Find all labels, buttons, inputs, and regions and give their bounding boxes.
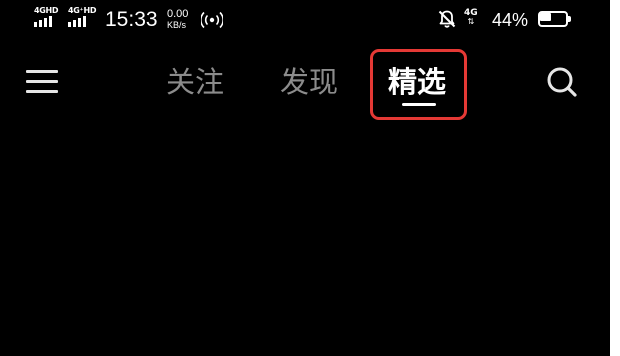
sim1-signal: 4GHD bbox=[34, 6, 59, 27]
battery-percent: 44% bbox=[492, 10, 529, 30]
menu-button[interactable] bbox=[26, 66, 60, 96]
sim2-network-label: 4G⁺HD bbox=[68, 6, 97, 15]
battery-icon bbox=[538, 11, 572, 27]
search-button[interactable] bbox=[544, 64, 580, 100]
bell-off-icon bbox=[438, 10, 456, 28]
tab-discover[interactable]: 发现 bbox=[280, 62, 338, 102]
network-speed: 0.00 KB/s bbox=[167, 8, 189, 31]
network-speed-value: 0.00 bbox=[167, 8, 189, 20]
battery-tip bbox=[568, 16, 571, 22]
search-icon bbox=[547, 67, 577, 97]
battery-level-fill bbox=[540, 13, 551, 21]
sim2-signal: 4G⁺HD bbox=[68, 6, 97, 27]
network-speed-unit: KB/s bbox=[167, 20, 187, 30]
app-screen: 4GHD 4G⁺HD 15:33 0.00 KB/s 4G ⇅ 44% 关注 发… bbox=[0, 0, 610, 356]
sim1-signal-bars-icon bbox=[34, 16, 52, 27]
selected-tab-indicator bbox=[402, 103, 436, 106]
tab-featured[interactable]: 精选 bbox=[388, 62, 446, 102]
sim1-network-label: 4GHD bbox=[34, 6, 59, 15]
status-time: 15:33 bbox=[105, 8, 158, 31]
status-bar: 4GHD 4G⁺HD 15:33 0.00 KB/s 4G ⇅ 44% bbox=[0, 0, 610, 40]
menu-icon bbox=[26, 70, 58, 94]
sim2-signal-bars-icon bbox=[68, 16, 86, 27]
hotspot-icon bbox=[201, 11, 223, 29]
mobile-data-icon: 4G ⇅ bbox=[464, 8, 478, 26]
data-transfer-arrows-icon: ⇅ bbox=[467, 17, 475, 26]
tab-follow[interactable]: 关注 bbox=[166, 62, 224, 102]
top-navigation: 关注 发现 精选 bbox=[0, 44, 610, 124]
